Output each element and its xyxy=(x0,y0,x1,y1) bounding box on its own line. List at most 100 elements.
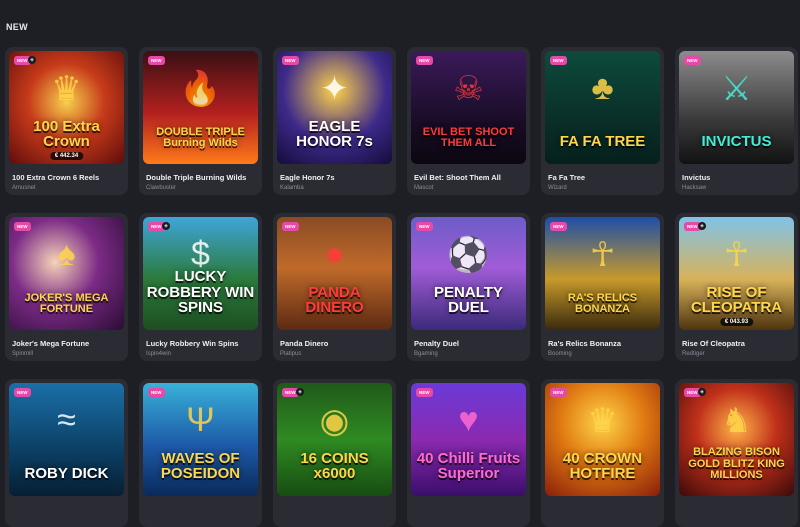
game-title[interactable]: Rise Of Cleopatra xyxy=(682,339,794,348)
game-art-title: PENALTY DUEL xyxy=(434,283,503,317)
games-grid: NEW ◈ ♛ 100 Extra Crown € 442.34 100 Extra Cr… xyxy=(0,47,798,527)
new-badge: NEW xyxy=(282,56,299,65)
game-art-title: ROBY DICK xyxy=(24,465,109,483)
crown-icon: ♛ xyxy=(51,70,82,108)
game-provider: Platipus xyxy=(280,351,302,357)
new-badge: NEW xyxy=(148,56,165,65)
game-title[interactable]: Lucky Robbery Win Spins xyxy=(146,339,258,348)
jackpot-amount: € 043.93 xyxy=(719,318,754,326)
game-art-title: FA FA TREE xyxy=(559,133,646,151)
game-card[interactable]: NEW ⚔ INVICTUS Invictus Hacksaw xyxy=(675,47,798,195)
eagle-icon: ✦ xyxy=(320,70,349,108)
game-art-title: JOKER'S MEGA FORTUNE xyxy=(24,291,109,316)
chip-icon: ◈ xyxy=(698,388,706,396)
game-thumbnail[interactable]: NEW ✦ EAGLE HONOR 7s xyxy=(277,51,392,164)
game-art-title: 16 COINS x6000 xyxy=(300,449,369,483)
game-art-title: INVICTUS xyxy=(701,133,772,151)
game-title[interactable]: Eagle Honor 7s xyxy=(280,173,392,182)
new-badge: NEW xyxy=(416,388,433,397)
game-title[interactable]: Ra's Relics Bonanza xyxy=(548,339,660,348)
game-provider: Bgaming xyxy=(414,351,438,357)
game-card[interactable]: NEW ☠ EVIL BET SHOOT THEM ALL Evil Bet: Sho… xyxy=(407,47,530,195)
game-art-title: WAVES OF POSEIDON xyxy=(160,449,241,483)
game-card[interactable]: NEW ✦ EAGLE HONOR 7s Eagle Honor 7s Kalamba xyxy=(273,47,396,195)
game-provider: Booming xyxy=(548,351,572,357)
section-title: NEW xyxy=(6,22,28,32)
game-title[interactable]: Panda Dinero xyxy=(280,339,392,348)
helmet-icon: ⚔ xyxy=(721,70,752,108)
game-thumbnail[interactable]: NEW ♛ 40 CROWN HOTFIRE xyxy=(545,383,660,496)
game-thumbnail[interactable]: NEW ⚽ PENALTY DUEL xyxy=(411,217,526,330)
game-thumbnail[interactable]: NEW ◈ ◉ 16 COINS x6000 xyxy=(277,383,392,496)
pharaoh-icon: ☥ xyxy=(589,236,616,274)
game-art-title: BLAZING BISON GOLD BLITZ KING MILLIONS xyxy=(688,446,785,482)
new-badge: NEW xyxy=(550,56,567,65)
game-art-title: 40 Chilli Fruits Superior xyxy=(416,449,521,483)
game-art-title: DOUBLE TRIPLE Burning Wilds xyxy=(156,125,245,150)
game-thumbnail[interactable]: NEW ≈ ROBY DICK xyxy=(9,383,124,496)
game-thumbnail[interactable]: NEW ⚔ INVICTUS xyxy=(679,51,794,164)
panda-icon: ● xyxy=(324,235,345,273)
new-badge: NEW xyxy=(14,388,31,397)
game-art-title: RISE OF CLEOPATRA xyxy=(690,283,783,317)
game-thumbnail[interactable]: NEW ♣ FA FA TREE xyxy=(545,51,660,164)
chip-icon: ◈ xyxy=(28,56,36,64)
new-badge: NEW xyxy=(550,222,567,231)
game-art-title: EAGLE HONOR 7s xyxy=(296,117,373,151)
game-card[interactable]: NEW ◈ ☥ RISE OF CLEOPATRA € 043.93 Rise Of Cl… xyxy=(675,213,798,361)
game-provider: Hacksaw xyxy=(682,185,707,191)
game-provider: Amusnet xyxy=(12,185,36,191)
game-card[interactable]: NEW ◈ ♛ 100 Extra Crown € 442.34 100 Extra Cr… xyxy=(5,47,128,195)
game-title[interactable]: Joker's Mega Fortune xyxy=(12,339,124,348)
game-title[interactable]: Invictus xyxy=(682,173,794,182)
game-provider: Redtiger xyxy=(682,351,705,357)
game-title[interactable]: Fa Fa Tree xyxy=(548,173,660,182)
game-thumbnail[interactable]: NEW ◈ $ LUCKY ROBBERY WIN SPINS xyxy=(143,217,258,330)
new-badge: NEW xyxy=(550,388,567,397)
game-card[interactable]: NEW ◈ $ LUCKY ROBBERY WIN SPINS Lucky Robber… xyxy=(139,213,262,361)
joker-icon: ♠ xyxy=(57,235,76,273)
new-badge: NEW xyxy=(14,222,31,231)
game-title[interactable]: 100 Extra Crown 6 Reels xyxy=(12,173,124,182)
game-provider: Mascot xyxy=(414,185,434,191)
game-art-title: PANDA DINERO xyxy=(305,283,364,317)
game-art-title: 40 CROWN HOTFIRE xyxy=(562,449,643,483)
game-title[interactable]: Penalty Duel xyxy=(414,339,526,348)
chip-icon: ◈ xyxy=(698,222,706,230)
game-thumbnail[interactable]: NEW ◈ ♛ 100 Extra Crown € 442.34 xyxy=(9,51,124,164)
tree-icon: ♣ xyxy=(591,69,614,107)
game-provider: Wizard xyxy=(548,185,567,191)
soccer-ball-icon: ⚽ xyxy=(447,236,490,274)
trident-icon: Ψ xyxy=(186,401,215,439)
game-card[interactable]: NEW ● PANDA DINERO Panda Dinero Platipus xyxy=(273,213,396,361)
game-thumbnail[interactable]: NEW ◈ ♞ BLAZING BISON GOLD BLITZ KING MILLI… xyxy=(679,383,794,496)
game-art-title: RA'S RELICS BONANZA xyxy=(567,291,638,316)
game-provider: Ispin4win xyxy=(146,351,172,357)
game-card[interactable]: NEW ☥ RA'S RELICS BONANZA Ra's Relics Bonan… xyxy=(541,213,664,361)
game-card[interactable]: NEW ♣ FA FA TREE Fa Fa Tree Wizard xyxy=(541,47,664,195)
game-art-title: 100 Extra Crown xyxy=(33,117,100,151)
new-badge: NEW xyxy=(416,56,433,65)
game-provider: Spinmill xyxy=(12,351,34,357)
crown-icon: ♛ xyxy=(587,402,618,440)
game-provider: Kalamba xyxy=(280,185,304,191)
game-thumbnail[interactable]: NEW ● PANDA DINERO xyxy=(277,217,392,330)
game-card[interactable]: NEW 🔥 DOUBLE TRIPLE Burning Wilds Double Tr… xyxy=(139,47,262,195)
game-thumbnail[interactable]: NEW ◈ ☥ RISE OF CLEOPATRA € 043.93 xyxy=(679,217,794,330)
game-art-title: EVIL BET SHOOT THEM ALL xyxy=(422,125,515,150)
game-thumbnail[interactable]: NEW ♥ 40 Chilli Fruits Superior xyxy=(411,383,526,496)
new-badge: NEW xyxy=(416,222,433,231)
game-thumbnail[interactable]: NEW Ψ WAVES OF POSEIDON xyxy=(143,383,258,496)
jackpot-amount: € 442.34 xyxy=(49,152,84,160)
game-thumbnail[interactable]: NEW ♠ JOKER'S MEGA FORTUNE xyxy=(9,217,124,330)
whale-icon: ≈ xyxy=(57,401,76,439)
game-thumbnail[interactable]: NEW 🔥 DOUBLE TRIPLE Burning Wilds xyxy=(143,51,258,164)
coin-icon: ◉ xyxy=(319,402,350,440)
game-title[interactable]: Evil Bet: Shoot Them All xyxy=(414,173,526,182)
game-thumbnail[interactable]: NEW ☠ EVIL BET SHOOT THEM ALL xyxy=(411,51,526,164)
game-title[interactable]: Double Triple Burning Wilds xyxy=(146,173,258,182)
game-card[interactable]: NEW ⚽ PENALTY DUEL Penalty Duel Bgaming xyxy=(407,213,530,361)
game-art-title: LUCKY ROBBERY WIN SPINS xyxy=(146,267,255,317)
game-card[interactable]: NEW ♠ JOKER'S MEGA FORTUNE Joker's Mega For… xyxy=(5,213,128,361)
game-thumbnail[interactable]: NEW ☥ RA'S RELICS BONANZA xyxy=(545,217,660,330)
